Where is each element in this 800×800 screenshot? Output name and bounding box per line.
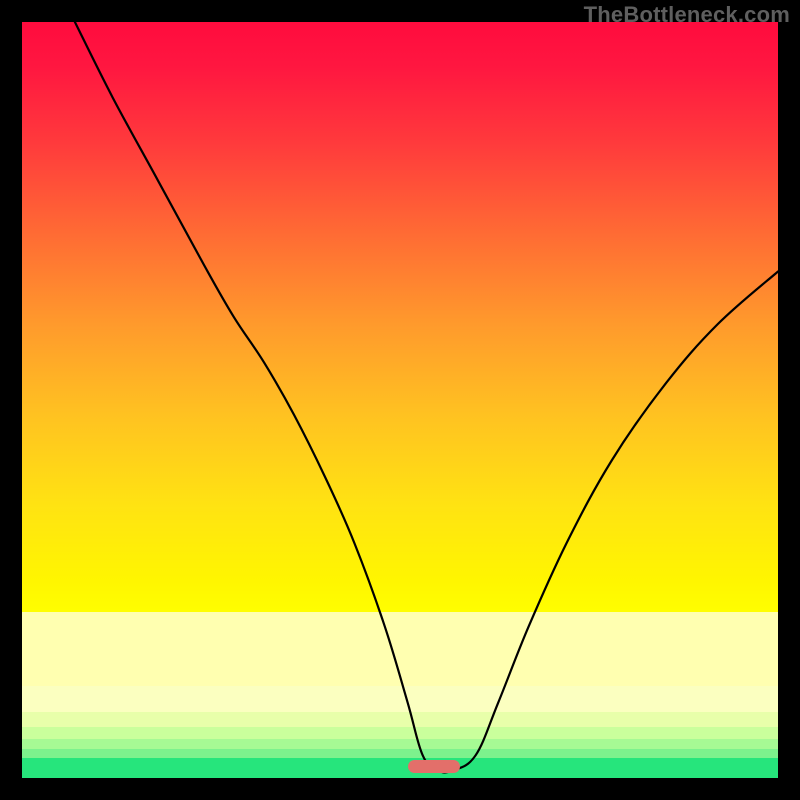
color-band [22,686,778,712]
chart-frame: TheBottleneck.com [0,0,800,800]
color-band [22,612,778,686]
attribution-label: TheBottleneck.com [584,2,790,28]
plot-area [22,22,778,778]
optimum-marker [408,760,461,773]
color-band [22,727,778,738]
color-band [22,749,778,758]
color-band [22,712,778,727]
color-band [22,739,778,749]
color-band [22,758,778,778]
